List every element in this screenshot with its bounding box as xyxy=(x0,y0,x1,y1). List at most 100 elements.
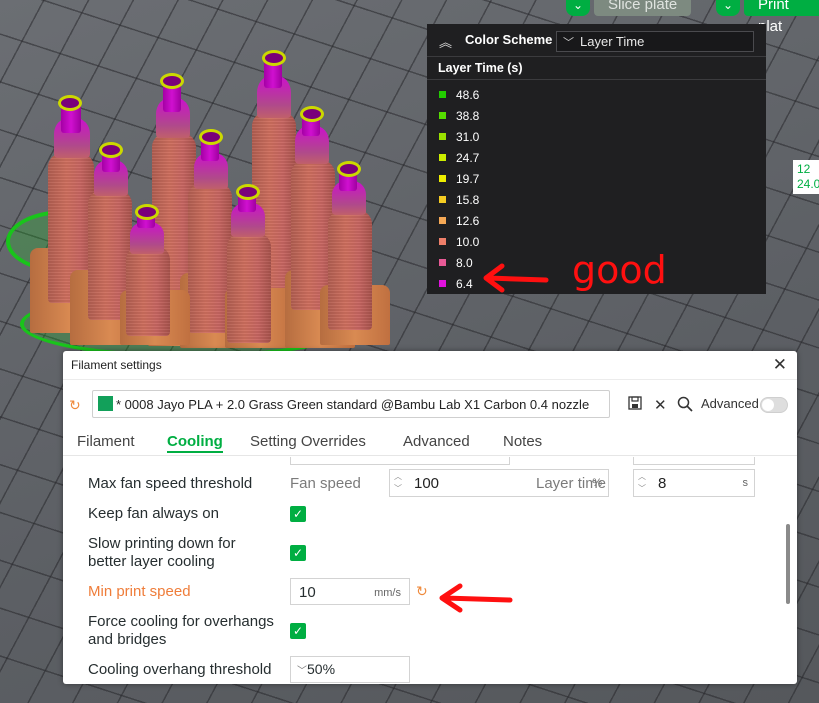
legend-value: 48.6 xyxy=(456,87,480,102)
red-arrow-annotation xyxy=(483,263,549,293)
layer-time-value: 8 xyxy=(658,475,667,492)
cooling-overhang-threshold-label: Cooling overhang threshold xyxy=(88,661,272,678)
preset-row: ↻ * 0008 Jayo PLA + 2.0 Grass Green stan… xyxy=(63,389,797,421)
force-cooling-label: Force cooling for overhangs and bridges xyxy=(88,613,274,649)
legend-color-swatch xyxy=(439,238,446,245)
chevron-down-icon[interactable]: ⌄ xyxy=(566,0,590,16)
legend-title: Color Scheme xyxy=(465,32,553,47)
legend-color-swatch xyxy=(439,112,446,119)
filament-preset-name: * 0008 Jayo PLA + 2.0 Grass Green standa… xyxy=(116,397,590,412)
legend-subheader: Layer Time (s) xyxy=(427,57,766,80)
filament-preset-select[interactable]: * 0008 Jayo PLA + 2.0 Grass Green standa… xyxy=(92,390,610,418)
legend-header: ︽ Color Scheme ﹀ Layer Time xyxy=(427,24,766,57)
fan-speed-value: 100 xyxy=(414,475,440,492)
slow-down-label: Slow printing down for better layer cool… xyxy=(88,535,236,571)
toggle-knob xyxy=(762,399,774,411)
model-object[interactable] xyxy=(120,204,200,350)
color-scheme-select[interactable]: ﹀ Layer Time xyxy=(556,31,754,52)
legend-item: 38.8 xyxy=(427,105,766,126)
search-icon[interactable] xyxy=(677,396,693,416)
annotation-good-text: good xyxy=(572,248,667,292)
slow-down-label-line1: Slow printing down for xyxy=(88,535,236,552)
keep-fan-always-on-label: Keep fan always on xyxy=(88,505,219,522)
red-arrow-annotation xyxy=(439,583,513,613)
readout-line-1: 12 xyxy=(797,162,811,176)
settings-scrollbar[interactable] xyxy=(786,524,790,604)
legend-color-swatch xyxy=(439,196,446,203)
legend-color-swatch xyxy=(439,175,446,182)
legend-item: 48.6 xyxy=(427,84,766,105)
fan-speed-label: Fan speed xyxy=(290,475,361,492)
legend-color-swatch xyxy=(439,91,446,98)
keep-fan-always-on-checkbox[interactable]: ✓ xyxy=(290,506,306,522)
dialog-title: Filament settings xyxy=(71,358,162,372)
layer-slider-readout: 12 24.0 xyxy=(793,160,819,194)
chevron-down-icon: ﹀ xyxy=(563,37,574,49)
legend-value: 15.8 xyxy=(456,192,480,207)
legend-item: 31.0 xyxy=(427,126,766,147)
color-scheme-value: Layer Time xyxy=(580,34,645,49)
close-icon[interactable]: ✕ xyxy=(773,355,787,375)
slow-down-label-line2: better layer cooling xyxy=(88,553,215,570)
print-plate-button[interactable]: ⌄ Print plat xyxy=(716,0,819,35)
tab-cooling[interactable]: Cooling xyxy=(167,433,223,453)
tab-advanced[interactable]: Advanced xyxy=(403,433,470,450)
chevron-down-icon[interactable]: ⌄ xyxy=(716,0,740,16)
collapse-up-icon[interactable]: ︽ xyxy=(439,32,452,51)
legend-item: 19.7 xyxy=(427,168,766,189)
legend-color-swatch xyxy=(439,133,446,140)
legend-item: 15.8 xyxy=(427,189,766,210)
settings-tabs: Filament Cooling Setting Overrides Advanced… xyxy=(77,433,777,455)
legend-color-swatch xyxy=(439,280,446,287)
reset-icon[interactable]: ↻ xyxy=(69,397,81,414)
force-cooling-label-line2: and bridges xyxy=(88,631,167,648)
slow-down-checkbox[interactable]: ✓ xyxy=(290,545,306,561)
legend-value: 12.6 xyxy=(456,213,480,228)
legend-item: 12.6 xyxy=(427,210,766,231)
legend-item: 24.7 xyxy=(427,147,766,168)
scrolled-field-edge xyxy=(633,457,755,465)
reset-icon[interactable]: ↻ xyxy=(416,583,428,600)
dialog-titlebar: Filament settings ✕ xyxy=(63,351,797,380)
cooling-overhang-threshold-select[interactable]: ﹀50% xyxy=(290,656,410,683)
slice-plate-label[interactable]: Slice plate xyxy=(594,0,692,16)
legend-color-swatch xyxy=(439,217,446,224)
readout-line-2: 24.0 xyxy=(797,177,819,191)
force-cooling-checkbox[interactable]: ✓ xyxy=(290,623,306,639)
min-print-speed-unit: mm/s xyxy=(374,587,401,599)
advanced-label: Advanced xyxy=(701,396,759,411)
legend-value: 8.0 xyxy=(456,255,473,270)
delete-icon[interactable]: ✕ xyxy=(654,396,667,414)
filament-color-swatch[interactable] xyxy=(98,396,113,411)
model-object[interactable] xyxy=(320,161,400,350)
slice-plate-button[interactable]: ⌄ Slice plate xyxy=(566,0,706,16)
spin-arrows-icon[interactable]: ︿ ﹀ xyxy=(394,471,402,495)
legend-value: 6.4 xyxy=(456,276,473,291)
save-icon[interactable] xyxy=(628,396,642,414)
layer-time-input[interactable]: ︿ ﹀ 8 s xyxy=(633,469,755,497)
max-fan-speed-threshold-label: Max fan speed threshold xyxy=(88,475,253,492)
legend-value: 38.8 xyxy=(456,108,480,123)
scrolled-field-edge xyxy=(290,457,510,465)
legend-color-swatch xyxy=(439,154,446,161)
overhang-threshold-value: 50% xyxy=(307,661,336,677)
advanced-toggle[interactable] xyxy=(760,397,788,413)
tab-filament[interactable]: Filament xyxy=(77,433,135,450)
layer-time-label: Layer time xyxy=(536,475,607,492)
legend-value: 19.7 xyxy=(456,171,480,186)
min-print-speed-input[interactable]: 10 mm/s xyxy=(290,578,410,605)
force-cooling-label-line1: Force cooling for overhangs xyxy=(88,613,274,630)
layer-time-unit: s xyxy=(742,477,749,489)
min-print-speed-value: 10 xyxy=(299,584,316,601)
legend-value: 31.0 xyxy=(456,129,480,144)
tab-setting-overrides[interactable]: Setting Overrides xyxy=(250,433,366,450)
filament-settings-dialog: Filament settings ✕ ↻ * 0008 Jayo PLA + … xyxy=(63,351,797,684)
legend-value: 24.7 xyxy=(456,150,480,165)
min-print-speed-label: Min print speed xyxy=(88,583,191,600)
legend-color-swatch xyxy=(439,259,446,266)
spin-arrows-icon[interactable]: ︿ ﹀ xyxy=(638,471,646,495)
print-plate-label[interactable]: Print plat xyxy=(744,0,819,35)
chevron-down-icon: ﹀ xyxy=(297,666,307,677)
tab-notes[interactable]: Notes xyxy=(503,433,542,450)
tab-divider xyxy=(63,455,797,456)
